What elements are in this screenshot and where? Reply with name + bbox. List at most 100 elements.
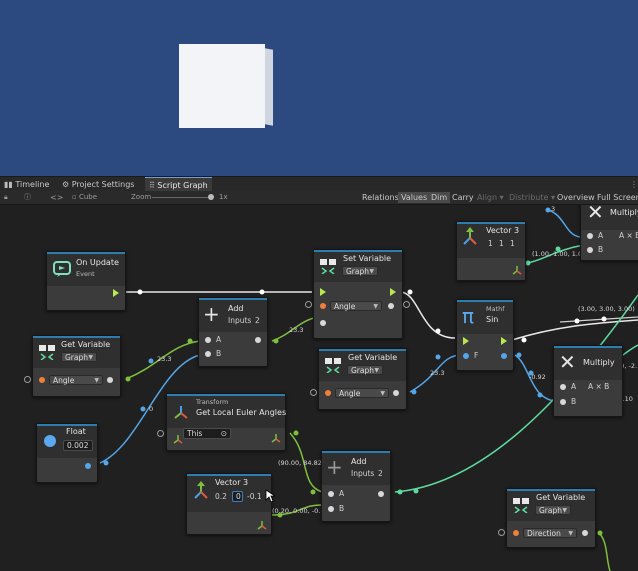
target-input-port[interactable] [157, 430, 164, 437]
multiply-node[interactable]: ✕ Multiply A A × B B [553, 345, 623, 417]
code-icon[interactable]: <> [50, 191, 63, 204]
float-circle-icon [43, 433, 57, 452]
transform-small-icon [173, 429, 183, 448]
value-output-port[interactable] [388, 303, 394, 309]
variable-name-dropdown[interactable]: Angle ▼ [330, 301, 382, 311]
flow-output-port[interactable] [501, 337, 507, 345]
float-output-port[interactable] [85, 463, 91, 469]
float-value-field[interactable]: 0.002 [63, 440, 93, 451]
vector-output-icon[interactable] [512, 260, 522, 279]
zoom-slider[interactable] [152, 194, 214, 200]
y-field[interactable]: 1 [499, 239, 504, 248]
value-input-port[interactable] [320, 320, 326, 326]
b-input-port[interactable] [587, 247, 593, 253]
scope-dropdown[interactable]: Graph ▼ [342, 266, 378, 276]
mathf-sin-node[interactable]: π Mathf Sin F [456, 299, 514, 371]
multiply-node[interactable]: ✕ Multiply A A × B B [580, 205, 638, 261]
flow-output-port[interactable] [113, 289, 119, 297]
vector-output-icon[interactable] [257, 515, 267, 534]
b-input-port[interactable] [560, 399, 566, 405]
vector-output-icon[interactable] [271, 428, 281, 447]
multiply-icon: ✕ [587, 205, 604, 224]
flow-input-port[interactable] [320, 288, 326, 296]
x-field[interactable]: 1 [488, 239, 493, 248]
a-input-port[interactable] [560, 384, 566, 390]
carry-button[interactable]: Carry [449, 192, 477, 203]
y-field[interactable]: 0 [232, 491, 243, 502]
values-button[interactable]: Values [398, 192, 431, 203]
graph-canvas[interactable]: 23.3 0 23.3 23.3 -0.92 (1.00, 1.00, 1.00… [0, 205, 638, 571]
inputs-count[interactable]: 2 [378, 469, 383, 478]
a-input-port[interactable] [205, 337, 211, 343]
string-port[interactable] [320, 303, 326, 309]
port-label: F [474, 351, 479, 360]
target-field[interactable]: This ⊙ [183, 428, 231, 439]
string-port[interactable] [513, 530, 519, 536]
align-button[interactable]: Align ▾ [474, 192, 507, 203]
input-port[interactable] [24, 376, 31, 383]
get-variable-node[interactable]: Get Variable Graph ▼ Angle ▼ [318, 348, 407, 410]
zoom-slider-handle[interactable] [208, 194, 214, 200]
vector3-node[interactable]: Vector 3 1 1 1 [456, 221, 526, 281]
dropdown-value: Angle [53, 376, 75, 385]
breadcrumb[interactable]: ▫ Cube [72, 191, 97, 204]
f-input-port[interactable] [463, 353, 469, 359]
port-label: B [339, 504, 345, 513]
vector3-node[interactable]: Vector 3 0.2 0 -0.1 [186, 473, 272, 535]
flow-input-port[interactable] [463, 337, 469, 345]
z-field[interactable]: 1 [510, 239, 515, 248]
info-icon[interactable]: ⓘ [24, 191, 31, 204]
value-output-port[interactable] [107, 377, 113, 383]
a-input-port[interactable] [587, 233, 593, 239]
input-port[interactable] [310, 389, 317, 396]
relations-button[interactable]: Relations [359, 192, 402, 203]
scope-dropdown[interactable]: Graph ▼ [61, 352, 97, 362]
add-node[interactable]: + Add Inputs 2 A B [198, 297, 268, 367]
dropdown-value: Graph [346, 267, 370, 276]
add-node[interactable]: + Add Inputs 2 A B [321, 450, 391, 522]
set-variable-node[interactable]: Set Variable Graph ▼ Angle ▼ [313, 249, 403, 339]
sum-output-port[interactable] [378, 491, 384, 497]
flow-output-port[interactable] [390, 288, 396, 296]
event-icon [53, 261, 71, 281]
full-screen-button[interactable]: Full Screen [594, 192, 638, 203]
z-field[interactable]: -0.1 [247, 492, 262, 501]
inputs-count[interactable]: 2 [255, 316, 260, 325]
string-port[interactable] [39, 377, 45, 383]
string-port[interactable] [325, 390, 331, 396]
sum-output-port[interactable] [255, 337, 261, 343]
tab-project-settings[interactable]: ⚙ Project Settings [58, 177, 138, 192]
get-local-euler-angles-node[interactable]: Transform Get Local Euler Angles This ⊙ [166, 393, 286, 451]
scene-view[interactable] [0, 0, 638, 176]
output-port[interactable] [403, 301, 410, 308]
scope-dropdown[interactable]: Graph ▼ [535, 505, 571, 515]
variable-name-dropdown[interactable]: Angle ▼ [335, 388, 389, 398]
more-options-icon[interactable]: ⋮ [626, 177, 638, 192]
input-port[interactable] [305, 301, 312, 308]
align-label: Align [477, 193, 498, 202]
zoom-value: 1x [219, 193, 228, 201]
get-variable-node[interactable]: Get Variable Graph ▼ Direction ▼ [506, 488, 596, 548]
float-node[interactable]: Float 0.002 [36, 423, 98, 483]
value-output-port[interactable] [582, 530, 588, 536]
a-input-port[interactable] [328, 491, 334, 497]
cube-object[interactable] [179, 44, 265, 128]
on-update-node[interactable]: On Update Event [46, 251, 126, 311]
lock-icon[interactable]: 🔒︎ [4, 191, 8, 204]
dropdown-value: Graph [65, 353, 89, 362]
b-input-port[interactable] [205, 351, 211, 357]
scope-dropdown[interactable]: Graph ▼ [347, 365, 383, 375]
variable-name-dropdown[interactable]: Angle ▼ [49, 375, 103, 385]
get-variable-node[interactable]: Get Variable Graph ▼ Angle ▼ [32, 335, 121, 397]
tab-timeline[interactable]: ▮▮ Timeline [0, 177, 53, 192]
target-picker-icon[interactable]: ⊙ [221, 429, 227, 439]
float-output-port[interactable] [501, 353, 507, 359]
value-output-port[interactable] [393, 390, 399, 396]
dim-button[interactable]: Dim [428, 192, 451, 203]
x-field[interactable]: 0.2 [215, 492, 227, 501]
overview-button[interactable]: Overview [554, 192, 598, 203]
input-port[interactable] [498, 529, 505, 536]
distribute-button[interactable]: Distribute ▾ [506, 192, 558, 203]
b-input-port[interactable] [328, 506, 334, 512]
variable-name-dropdown[interactable]: Direction ▼ [523, 528, 577, 538]
